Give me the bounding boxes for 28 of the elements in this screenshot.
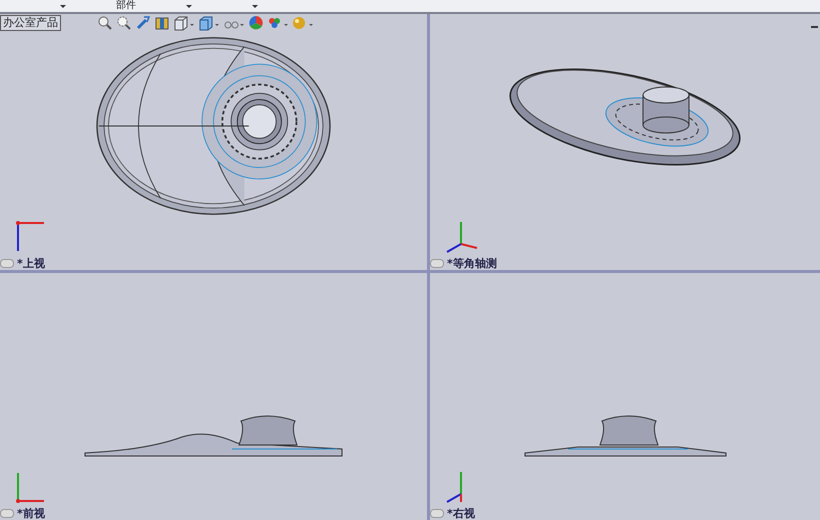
view-label: *上视 [17, 257, 45, 270]
axis-triad-icon [446, 471, 462, 503]
zoom-fit-icon[interactable] [97, 15, 113, 31]
caret-icon[interactable] [186, 4, 192, 8]
zoom-area-icon[interactable] [116, 15, 132, 31]
section-view-icon[interactable] [154, 15, 170, 31]
axis-triad-icon [446, 221, 478, 253]
viewport[interactable]: *右视 [427, 270, 820, 520]
axis-triad-icon [16, 221, 46, 253]
display-state-icon[interactable] [430, 509, 444, 518]
display-state-icon[interactable] [0, 259, 14, 268]
color-wheel-icon[interactable] [248, 15, 264, 31]
display-state-icon[interactable] [0, 509, 14, 518]
axis-triad-icon [16, 471, 46, 503]
caret-icon[interactable] [252, 4, 258, 8]
document-name: 办公室产品 [0, 15, 61, 31]
view-label: *等角轴测 [447, 257, 497, 270]
view-label: *前视 [17, 507, 45, 520]
scene-icon[interactable] [267, 15, 289, 31]
sphere-icon[interactable] [292, 15, 314, 31]
cube-icon[interactable] [198, 15, 220, 31]
viewport[interactable]: *前视 [0, 270, 427, 520]
view-orientation-icon[interactable] [173, 15, 195, 31]
display-state-icon[interactable] [430, 259, 444, 268]
previous-view-icon[interactable] [135, 15, 151, 31]
viewport[interactable]: *等角轴测 [427, 14, 820, 270]
view-label: *右视 [447, 507, 475, 520]
caret-icon[interactable] [60, 4, 66, 8]
